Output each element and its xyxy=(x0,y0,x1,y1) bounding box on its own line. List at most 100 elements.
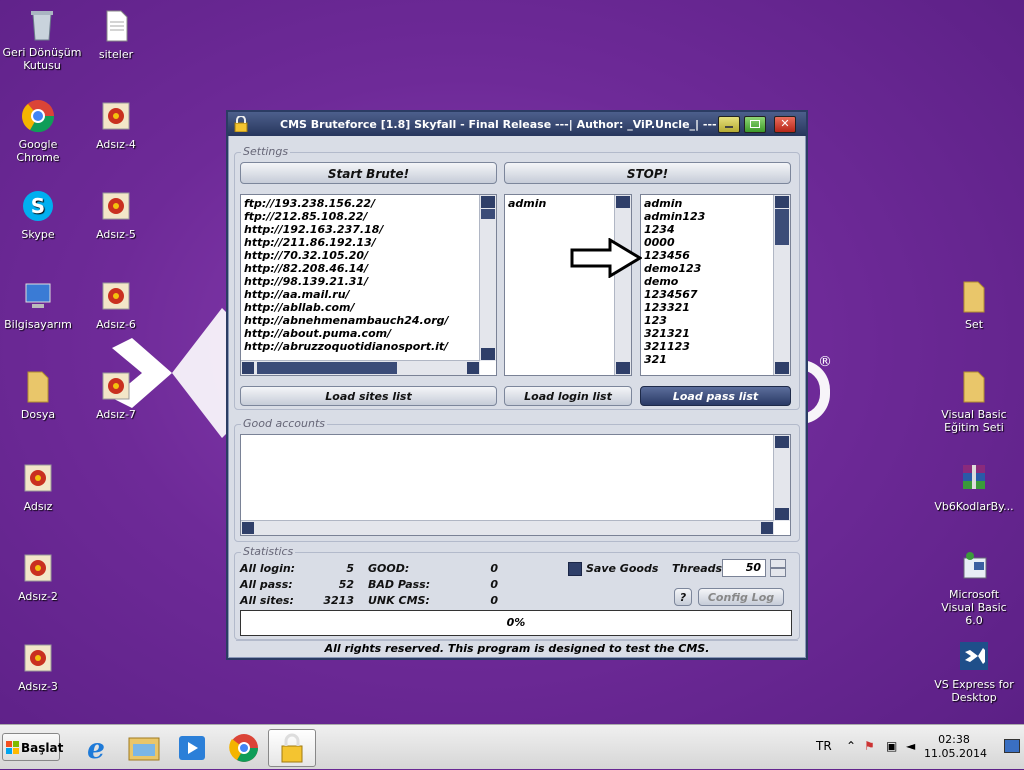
desktop-icon-recycle-bin[interactable]: Geri Dönüşüm Kutusu xyxy=(0,6,84,72)
show-desktop-button[interactable] xyxy=(1004,739,1020,753)
desktop-icon-adsiz-6[interactable]: Adsız-6 xyxy=(74,278,158,331)
site-item[interactable]: http://70.32.105.20/ xyxy=(244,249,449,262)
login-listbox[interactable]: admin xyxy=(504,194,632,376)
site-item[interactable]: http://98.139.21.31/ xyxy=(244,275,449,288)
window-titlebar[interactable]: CMS Bruteforce [1.8] Skyfall - Final Rel… xyxy=(228,112,806,136)
desktop-icon-adsiz-5[interactable]: Adsız-5 xyxy=(74,188,158,241)
taskbar-explorer[interactable] xyxy=(120,729,168,767)
good-accounts-hscrollbar[interactable] xyxy=(241,520,774,535)
site-item[interactable]: http://abnehmenambauch24.org/ xyxy=(244,314,449,327)
tray-expand-icon[interactable]: ⌃ xyxy=(846,739,856,753)
desktop-icon-adsiz-2[interactable]: Adsız-2 xyxy=(0,550,80,603)
close-button[interactable]: ✕ xyxy=(774,116,796,133)
sites-hscrollbar[interactable] xyxy=(241,360,480,375)
login-vscrollbar[interactable] xyxy=(614,195,631,375)
site-item[interactable]: ftp://212.85.108.22/ xyxy=(244,210,449,223)
site-item[interactable]: http://aa.mail.ru/ xyxy=(244,288,449,301)
scroll-thumb[interactable] xyxy=(481,209,495,219)
scroll-down-icon[interactable] xyxy=(775,508,789,520)
action-center-icon[interactable]: ⚑ xyxy=(864,739,875,753)
site-item[interactable]: http://abllab.com/ xyxy=(244,301,449,314)
site-item[interactable]: http://192.163.237.18/ xyxy=(244,223,449,236)
desktop-icon-adsiz[interactable]: Adsız xyxy=(0,460,80,513)
help-button[interactable]: ? xyxy=(674,588,692,606)
password-item[interactable]: 321123 xyxy=(644,340,705,353)
clock[interactable]: 02:38 11.05.2014 xyxy=(924,733,987,761)
password-item[interactable]: admin xyxy=(644,197,705,210)
password-item[interactable]: 321 xyxy=(644,353,705,366)
desktop-icon-vb-egitim[interactable]: Visual Basic Eğitim Seti xyxy=(932,368,1016,434)
password-item[interactable]: 321321 xyxy=(644,327,705,340)
desktop-icon-adsiz-4[interactable]: Adsız-4 xyxy=(74,98,158,151)
taskbar-media-player[interactable] xyxy=(168,729,216,767)
desktop-icon-siteler[interactable]: siteler xyxy=(74,8,158,61)
config-log-button[interactable]: Config Log xyxy=(698,588,784,606)
maximize-button[interactable] xyxy=(744,116,766,133)
sites-listbox[interactable]: ftp://193.238.156.22/ ftp://212.85.108.2… xyxy=(240,194,497,376)
load-sites-button[interactable]: Load sites list xyxy=(240,386,497,406)
desktop-icon-adsiz-7[interactable]: Adsız-7 xyxy=(74,368,158,421)
password-item[interactable]: demo123 xyxy=(644,262,705,275)
scroll-thumb[interactable] xyxy=(257,362,397,374)
start-button[interactable]: Başlat xyxy=(2,733,63,761)
spin-down-icon[interactable] xyxy=(770,568,786,577)
scroll-down-icon[interactable] xyxy=(616,362,630,374)
taskbar-ie[interactable]: e xyxy=(72,729,120,767)
desktop-icon-vs-express[interactable]: VS Express for Desktop xyxy=(932,638,1016,704)
desktop-icon-set[interactable]: Set xyxy=(932,278,1016,331)
scroll-down-icon[interactable] xyxy=(481,348,495,360)
password-item[interactable]: 123321 xyxy=(644,301,705,314)
scroll-left-icon[interactable] xyxy=(242,362,254,374)
password-listbox[interactable]: admin admin123 1234 0000 123456 demo123 … xyxy=(640,194,791,376)
desktop-icon-label: Adsız-5 xyxy=(96,228,136,241)
password-item[interactable]: 1234 xyxy=(644,223,705,236)
threads-input[interactable]: 50 xyxy=(722,559,766,577)
desktop-icon-computer[interactable]: Bilgisayarım xyxy=(0,278,80,331)
password-item[interactable]: 123456 xyxy=(644,249,705,262)
scroll-left-icon[interactable] xyxy=(242,522,254,534)
scroll-up-icon[interactable] xyxy=(481,196,495,208)
start-brute-button[interactable]: Start Brute! xyxy=(240,162,497,184)
site-item[interactable]: http://82.208.46.14/ xyxy=(244,262,449,275)
taskbar-chrome[interactable] xyxy=(220,729,268,767)
good-accounts-listbox[interactable] xyxy=(240,434,791,536)
site-item[interactable]: ftp://193.238.156.22/ xyxy=(244,197,449,210)
desktop-icon-dosya[interactable]: Dosya xyxy=(0,368,80,421)
password-item[interactable]: 1234567 xyxy=(644,288,705,301)
minimize-button[interactable] xyxy=(718,116,740,133)
scroll-up-icon[interactable] xyxy=(775,436,789,448)
scroll-up-icon[interactable] xyxy=(775,196,789,208)
network-icon[interactable]: ▣ xyxy=(886,739,897,753)
desktop-icon-vb6kodlar[interactable]: Vb6KodlarBy... xyxy=(932,460,1016,513)
sites-vscrollbar[interactable] xyxy=(479,195,496,361)
load-pass-button[interactable]: Load pass list xyxy=(640,386,791,406)
good-accounts-vscrollbar[interactable] xyxy=(773,435,790,521)
password-vscrollbar[interactable] xyxy=(773,195,790,375)
desktop-icon-chrome[interactable]: Google Chrome xyxy=(0,98,80,164)
scroll-down-icon[interactable] xyxy=(775,362,789,374)
login-item[interactable]: admin xyxy=(508,197,546,210)
site-item[interactable]: http://about.puma.com/ xyxy=(244,327,449,340)
volume-icon[interactable]: ◄ xyxy=(906,739,915,753)
desktop-icon-msvb6[interactable]: Microsoft Visual Basic 6.0 xyxy=(932,548,1016,627)
language-indicator[interactable]: TR xyxy=(816,739,832,753)
save-goods-checkbox[interactable] xyxy=(568,562,582,576)
password-item[interactable]: admin123 xyxy=(644,210,705,223)
desktop-icon-adsiz-3[interactable]: Adsız-3 xyxy=(0,640,80,693)
password-item[interactable]: 0000 xyxy=(644,236,705,249)
scroll-thumb[interactable] xyxy=(775,209,789,245)
site-item[interactable]: http://211.86.192.13/ xyxy=(244,236,449,249)
password-item[interactable]: 123 xyxy=(644,314,705,327)
site-item[interactable]: http://abruzzoquotidianosport.it/ xyxy=(244,340,449,353)
spin-up-icon[interactable] xyxy=(770,559,786,568)
scroll-right-icon[interactable] xyxy=(467,362,479,374)
password-item[interactable]: demo xyxy=(644,275,705,288)
scroll-up-icon[interactable] xyxy=(616,196,630,208)
scroll-right-icon[interactable] xyxy=(761,522,773,534)
taskbar-bruteforce[interactable] xyxy=(268,729,316,767)
desktop-icon-skype[interactable]: S Skype xyxy=(0,188,80,241)
cms-bruteforce-window[interactable]: CMS Bruteforce [1.8] Skyfall - Final Rel… xyxy=(226,110,808,660)
clock-date: 11.05.2014 xyxy=(924,747,987,760)
load-login-button[interactable]: Load login list xyxy=(504,386,632,406)
stop-button[interactable]: STOP! xyxy=(504,162,791,184)
